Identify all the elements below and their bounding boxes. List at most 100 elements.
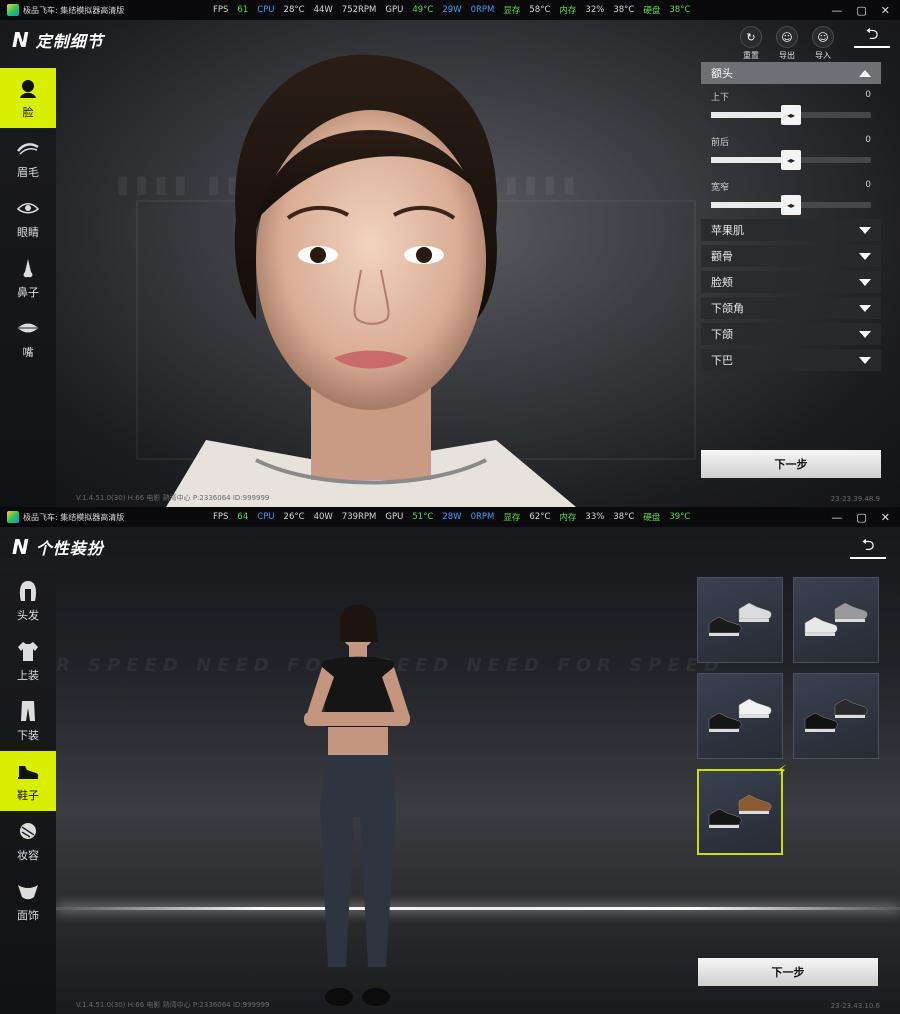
maximize-button[interactable]: ▢ xyxy=(856,4,866,17)
import-icon: ☺ xyxy=(812,26,834,48)
sidebar-item-makeup[interactable]: 妆容 xyxy=(0,811,56,871)
maximize-button[interactable]: ▢ xyxy=(856,511,866,524)
page-title: 个性装扮 xyxy=(35,539,104,558)
reset-button[interactable]: ↻ 重置 xyxy=(740,26,762,61)
stat-value: 739RPM xyxy=(341,512,377,522)
slider-value: 0 xyxy=(865,135,871,145)
expand-arrow-icon xyxy=(859,356,871,364)
section-header-collapsed[interactable]: 下颌 xyxy=(701,323,881,345)
next-step-button[interactable]: 下一步 xyxy=(701,450,881,478)
section-header-collapsed[interactable]: 颧骨 xyxy=(701,245,881,267)
shoe-option-4[interactable] xyxy=(793,673,879,759)
sidebar-item-pants[interactable]: 下装 xyxy=(0,691,56,751)
shoe-thumbnail-icon xyxy=(708,602,772,636)
top-toolbar: ↻ 重置 ☺ 导出 ☺ 导入 ⮌ xyxy=(740,24,890,61)
shoe-thumbnail-icon xyxy=(708,794,772,828)
stat-value: 61 xyxy=(237,5,249,15)
sidebar-item-shoe[interactable]: 鞋子 xyxy=(0,751,56,811)
sidebar-item-label: 下装 xyxy=(17,728,39,742)
back-button[interactable]: ⮌ xyxy=(850,535,886,559)
sidebar-item-label: 脸 xyxy=(22,105,34,119)
app-logo-icon xyxy=(7,4,19,16)
close-button[interactable]: ✕ xyxy=(881,4,890,17)
face-accessory-icon xyxy=(16,880,40,902)
stat-value: 39°C xyxy=(669,512,691,522)
stat-value: 硬盘 xyxy=(643,513,661,523)
expand-arrow-icon xyxy=(859,252,871,260)
section-header-collapsed[interactable]: 苹果肌 xyxy=(701,219,881,241)
makeup-icon xyxy=(16,820,40,842)
shoe-option-2[interactable] xyxy=(793,577,879,663)
minimize-button[interactable]: — xyxy=(831,511,842,524)
export-button[interactable]: ☺ 导出 xyxy=(776,26,798,61)
page-header: N 个性装扮 xyxy=(12,535,104,559)
close-button[interactable]: ✕ xyxy=(881,511,890,524)
category-sidebar: 脸眉毛 眼睛 鼻子嘴 xyxy=(0,68,56,507)
eye-icon xyxy=(16,197,40,219)
n-logo-icon: N xyxy=(12,28,29,52)
performance-overlay: FPS 64 CPU 26°C 40W 739RPM GPU 51°C 28W 0RPM 显存 62°… xyxy=(213,511,699,523)
version-info: V.1.4.51.0(30) H:66 电影 熟湾中心 P:2336064 ID… xyxy=(76,1001,270,1009)
stat-value: 0RPM xyxy=(470,512,495,522)
shoe-option-5[interactable]: ⚡ xyxy=(697,763,787,855)
export-icon: ☺ xyxy=(776,26,798,48)
slider-handle[interactable]: ◂▸ xyxy=(781,105,801,125)
stat-value: 32% xyxy=(585,5,605,15)
reset-icon: ↻ xyxy=(740,26,762,48)
slider-handle[interactable]: ◂▸ xyxy=(781,150,801,170)
slider-track[interactable]: ◂▸ xyxy=(711,105,871,125)
timestamp-info: 23-23.39.48.9 xyxy=(830,495,880,503)
slider-fill xyxy=(711,202,791,208)
stat-value: CPU xyxy=(257,512,275,522)
stat-value: 40W xyxy=(313,512,333,522)
shoe-option-3[interactable] xyxy=(697,673,783,759)
sidebar-item-label: 面饰 xyxy=(17,908,39,922)
stat-value: 49°C xyxy=(412,5,434,15)
sidebar-item-hair[interactable]: 头发 xyxy=(0,571,56,631)
stat-value: 26°C xyxy=(283,512,305,522)
stat-value: FPS xyxy=(213,5,229,15)
section-header-forehead[interactable]: 额头 xyxy=(701,62,881,84)
stat-value: 64 xyxy=(237,512,249,522)
sidebar-item-eye[interactable]: 眼睛 xyxy=(0,188,56,248)
sidebar-item-nose[interactable]: 鼻子 xyxy=(0,248,56,308)
minimize-button[interactable]: — xyxy=(831,4,842,17)
selected-bolt-icon: ⚡ xyxy=(777,763,787,779)
stat-value: 752RPM xyxy=(341,5,377,15)
shoe-option-1[interactable] xyxy=(697,577,783,663)
export-label: 导出 xyxy=(779,51,795,60)
sidebar-item-face[interactable]: 脸 xyxy=(0,68,56,128)
expand-arrow-icon xyxy=(859,330,871,338)
slider-handle[interactable]: ◂▸ xyxy=(781,195,801,215)
section-header-collapsed[interactable]: 下巴 xyxy=(701,349,881,371)
section-header-collapsed[interactable]: 下颌角 xyxy=(701,297,881,319)
version-info: V.1.4.51.0(30) H:66 电影 熟湾中心 P:2336064 ID… xyxy=(76,494,270,502)
section-header-collapsed[interactable]: 脸颊 xyxy=(701,271,881,293)
back-button[interactable]: ⮌ xyxy=(854,24,890,48)
stat-value: 51°C xyxy=(412,512,434,522)
sidebar-item-label: 头发 xyxy=(17,608,39,622)
sidebar-item-top-clothing[interactable]: 上装 xyxy=(0,631,56,691)
sidebar-item-label: 眉毛 xyxy=(17,165,39,179)
n-logo-icon: N xyxy=(12,535,29,559)
slider-track[interactable]: ◂▸ xyxy=(711,150,871,170)
section-title: 颧骨 xyxy=(711,250,733,263)
slider-fill xyxy=(711,157,791,163)
stat-value: 38°C xyxy=(669,5,691,15)
slider-label: 前后 xyxy=(711,138,730,148)
sidebar-item-label: 眼睛 xyxy=(17,225,39,239)
stat-value: 28W xyxy=(442,512,462,522)
next-step-button[interactable]: 下一步 xyxy=(698,958,878,986)
expand-arrow-icon xyxy=(859,304,871,312)
face-icon xyxy=(16,77,40,99)
pants-icon xyxy=(16,700,40,722)
face-detail-panel: 额头 上下 0 ◂▸ 前后 0 ◂▸ 宽窄 0 ◂▸ 苹果肌 颧骨 脸颊 下颌角 下颌 下巴 xyxy=(701,62,881,375)
import-button[interactable]: ☺ 导入 xyxy=(812,26,834,61)
slider-row: 上下 0 ◂▸ xyxy=(701,84,881,129)
page-header: N 定制细节 xyxy=(12,28,104,52)
sidebar-item-face-accessory[interactable]: 面饰 xyxy=(0,871,56,931)
sidebar-item-mouth[interactable]: 嘴 xyxy=(0,308,56,368)
sidebar-item-eyebrow[interactable]: 眉毛 xyxy=(0,128,56,188)
category-sidebar: 头发上装下装鞋子 妆容面饰 xyxy=(0,571,56,1014)
slider-track[interactable]: ◂▸ xyxy=(711,195,871,215)
